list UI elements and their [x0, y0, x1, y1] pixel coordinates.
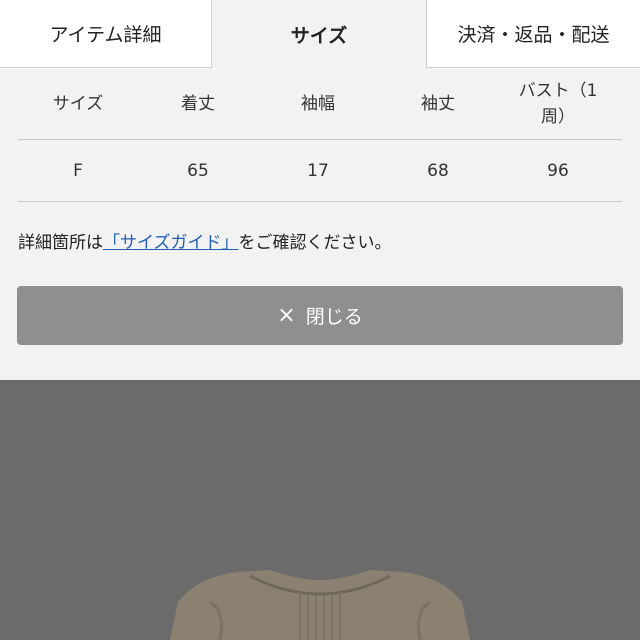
product-image-overlay — [0, 380, 640, 640]
cell-sleeve-width: 17 — [307, 160, 329, 181]
close-button-label: 閉じる — [305, 306, 363, 328]
header-bust-label: バスト（1周） — [518, 80, 598, 127]
tab-bar: アイテム詳細 サイズ 決済・返品・配送 — [0, 0, 640, 68]
cell-sleeve-length: 68 — [427, 160, 449, 181]
cell-length: 65 — [187, 160, 209, 181]
table-row: F 65 17 68 96 — [18, 140, 622, 202]
size-table: サイズ 着丈 袖幅 袖丈 バスト（1周） F 65 17 68 96 — [18, 68, 622, 202]
size-panel: サイズ 着丈 袖幅 袖丈 バスト（1周） F 65 17 68 96 詳細箇所は… — [0, 68, 640, 380]
cell-size: F — [73, 160, 83, 181]
header-sleeve-width: 袖幅 — [301, 93, 335, 114]
size-guide-link[interactable]: 「サイズガイド」 — [103, 233, 239, 253]
close-icon: × — [277, 302, 296, 328]
header-bust: バスト（1周） — [498, 68, 618, 139]
note-suffix: をご確認ください。 — [238, 233, 392, 253]
close-button[interactable]: × 閉じる — [17, 286, 623, 345]
garment-image — [170, 570, 470, 640]
tab-payment-returns-shipping[interactable]: 決済・返品・配送 — [426, 0, 640, 68]
note-prefix: 詳細箇所は — [18, 233, 103, 253]
header-size: サイズ — [52, 93, 104, 114]
size-guide-note: 詳細箇所は「サイズガイド」をご確認ください。 — [18, 228, 392, 253]
size-table-header: サイズ 着丈 袖幅 袖丈 バスト（1周） — [18, 68, 622, 140]
tab-item-details[interactable]: アイテム詳細 — [0, 0, 212, 68]
tab-size[interactable]: サイズ — [212, 0, 426, 68]
header-length: 着丈 — [181, 93, 215, 114]
header-sleeve-length: 袖丈 — [421, 93, 455, 114]
cell-bust: 96 — [547, 160, 569, 181]
